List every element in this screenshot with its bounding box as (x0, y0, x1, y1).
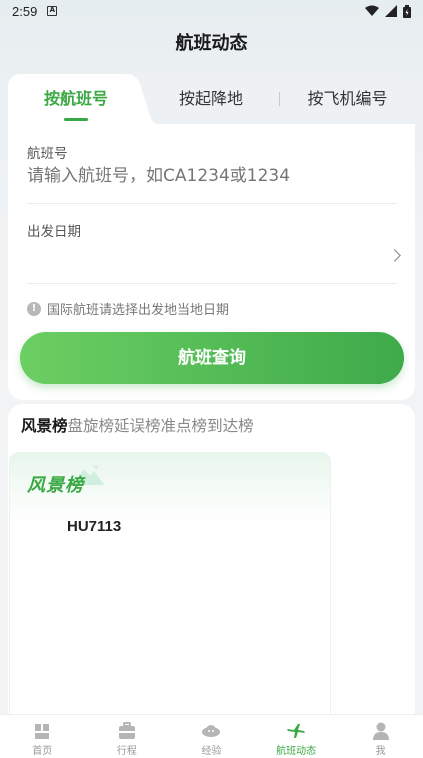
date-hint-text: 国际航班请选择出发地当地日期 (47, 303, 230, 318)
status-bar: 2:59 A (0, 0, 423, 22)
search-tabs: 按航班号 按起降地 按飞机编号 (8, 74, 415, 126)
nav-trips-label: 行程 (116, 746, 137, 757)
nav-me-label: 我 (375, 746, 386, 757)
active-tab-indicator (64, 118, 88, 121)
nav-home-label: 首页 (32, 746, 53, 757)
ranking-panel: 风景榜 HU7113 (9, 452, 331, 722)
bottom-nav: 首页 行程 经验 航班动态 我 (0, 714, 423, 758)
nav-experience[interactable]: 经验 (169, 715, 254, 758)
info-icon: ! (27, 301, 41, 316)
date-hint: ! 国际航班请选择出发地当地日期 (27, 299, 229, 318)
ranking-tabs: 风景榜 盘旋榜 延误榜 准点榜 到达榜 (21, 416, 254, 436)
divider (27, 283, 397, 284)
flight-query-button[interactable]: 航班查询 (20, 332, 404, 384)
status-icons (365, 4, 411, 18)
ranking-tab-delay[interactable]: 延误榜 (114, 416, 161, 436)
nav-experience-label: 经验 (201, 746, 222, 757)
divider (27, 203, 397, 204)
ranking-panel-title: 风景榜 (27, 475, 84, 496)
nav-me[interactable]: 我 (338, 715, 423, 758)
ranking-tab-scenery[interactable]: 风景榜 (21, 416, 68, 436)
a-box-icon: A (47, 6, 58, 16)
status-time: 2:59 (12, 3, 38, 19)
tab-departure-arrival[interactable]: 按起降地 (146, 74, 276, 124)
departure-date-label: 出发日期 (27, 224, 81, 240)
ranking-tab-arrival[interactable]: 到达榜 (207, 416, 254, 436)
nav-flight-status[interactable]: 航班动态 (254, 715, 339, 758)
wifi-icon (365, 5, 379, 16)
nav-flight-status-label: 航班动态 (276, 746, 317, 757)
battery-icon (403, 4, 411, 18)
nav-home[interactable]: 首页 (0, 715, 85, 758)
ranking-flight-number[interactable]: HU7113 (67, 518, 121, 535)
suitcase-icon (118, 722, 135, 739)
person-icon (372, 722, 389, 740)
nav-trips[interactable]: 行程 (85, 715, 170, 758)
signal-icon (385, 5, 397, 17)
flight-number-input[interactable] (27, 166, 397, 186)
ranking-tab-ontime[interactable]: 准点榜 (161, 416, 208, 436)
page-title: 航班动态 (175, 33, 248, 54)
home-icon (35, 724, 50, 739)
departure-date-field[interactable] (27, 240, 397, 270)
planet-icon (202, 725, 221, 737)
tab-flight-number[interactable]: 按航班号 (8, 74, 144, 124)
ranking-tab-holding[interactable]: 盘旋榜 (68, 416, 115, 436)
search-card: 按航班号 按起降地 按飞机编号 航班号 出发日期 ! 国际航班请选择出发地当地日… (8, 74, 415, 400)
flight-number-label: 航班号 (27, 146, 68, 162)
rankings-card: 风景榜 盘旋榜 延误榜 准点榜 到达榜 风景榜 HU7113 (8, 404, 415, 722)
tab-aircraft-number[interactable]: 按飞机编号 (280, 74, 415, 124)
airplane-icon (287, 724, 306, 738)
